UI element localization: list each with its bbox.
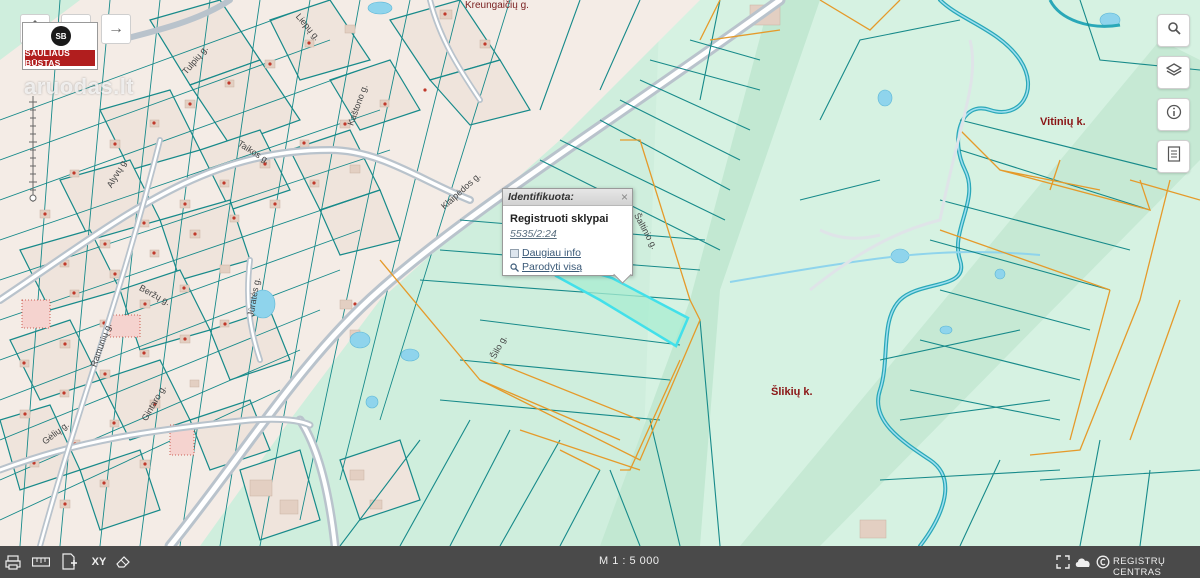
info-doc-icon [510,248,519,258]
parcel-id-link[interactable]: 5535/2:24 [510,228,557,240]
more-info-link[interactable]: Daugiau info [510,247,581,259]
more-info-label: Daugiau info [522,247,581,259]
registry-centre-label[interactable]: REGISTRŲ CENTRAS [1113,556,1200,578]
forward-button[interactable]: → [101,14,131,44]
info-icon [1166,104,1182,125]
search-icon [1167,21,1181,40]
zoom-handle [29,194,37,202]
identify-popup: Identifikuota: × Registruoti sklypai 553… [502,188,633,276]
watermark: aruodas.lt [24,74,135,99]
eraser-icon[interactable] [114,553,132,571]
xy-coordinates-icon[interactable]: XY [89,553,109,571]
print-icon[interactable] [4,553,22,571]
show-all-label: Parodyti visą [522,261,583,273]
add-document-icon[interactable] [60,553,78,571]
info-button[interactable] [1157,98,1190,131]
fullscreen-icon[interactable] [1054,553,1072,571]
zoom-icon [510,262,519,272]
legend-button[interactable] [1157,140,1190,173]
close-icon[interactable]: × [621,189,628,205]
brand-logo[interactable]: SB ŠAULIAUS BŪSTAS [22,22,98,70]
logo-text: ŠAULIAUS BŪSTAS [25,48,95,68]
popup-header-label: Identifikuota: [508,191,574,203]
map-scale: M 1 : 5 000 [599,555,660,567]
popup-header: Identifikuota: × [503,189,632,206]
show-all-link[interactable]: Parodyti visą [510,261,582,273]
measure-icon[interactable] [31,553,51,571]
popup-title: Registruoti sklypai [510,213,609,225]
copyright-icon [1094,553,1112,571]
bottom-toolbar: XY M 1 : 5 000 REGISTRŲ CENTRAS [0,546,1200,578]
search-button[interactable] [1157,14,1190,47]
layers-button[interactable] [1157,56,1190,89]
layers-icon [1165,62,1182,83]
cloud-icon[interactable] [1073,553,1093,571]
zoom-slider[interactable] [26,96,40,202]
document-icon [1167,146,1181,167]
logo-mark: SB [51,26,71,46]
arrow-right-icon: → [108,20,124,37]
